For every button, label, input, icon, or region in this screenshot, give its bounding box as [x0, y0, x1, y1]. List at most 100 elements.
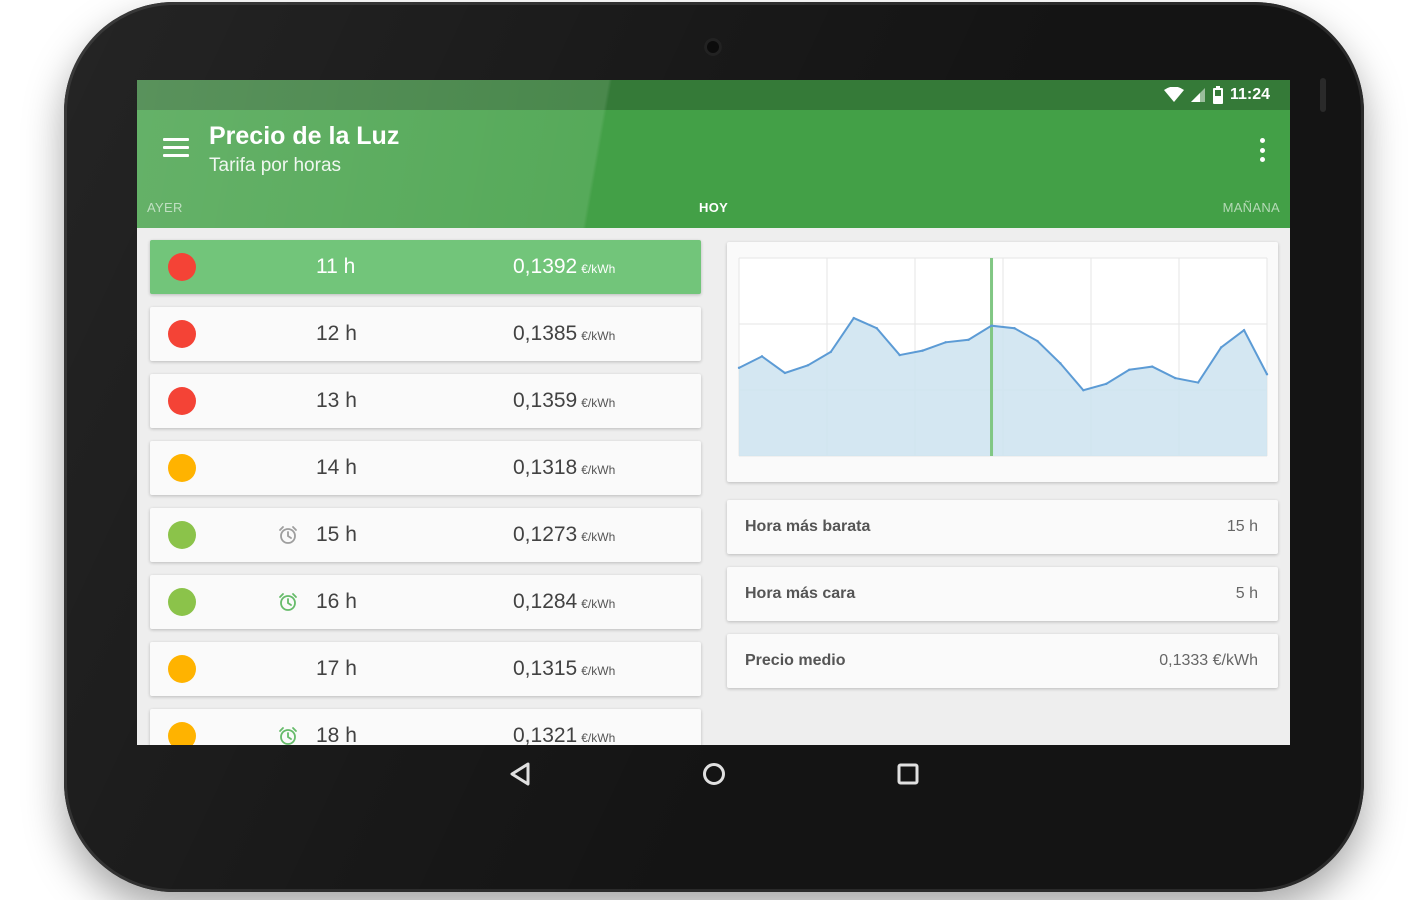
app-bar: Precio de la Luz Tarifa por horas AYER H…: [137, 110, 1290, 228]
stat-label: Hora más barata: [745, 518, 871, 535]
data-point: [760, 355, 764, 358]
hour-label: 15 h: [316, 523, 357, 546]
data-point: [921, 349, 924, 352]
price-value: 0,1359 €/kWh: [513, 389, 615, 413]
data-point: [737, 366, 741, 370]
data-point: [875, 327, 878, 330]
price-level-indicator: [168, 387, 196, 415]
camera-icon: [704, 38, 722, 56]
screen: 11:24 Precio de la Luz Tarifa por horas …: [137, 80, 1290, 745]
data-point: [1082, 389, 1085, 392]
hour-row[interactable]: 16 h 0,1284 €/kWh: [150, 575, 701, 629]
hour-row[interactable]: 14 h 0,1318 €/kWh: [150, 441, 701, 495]
price-value: 0,1318 €/kWh: [513, 456, 615, 480]
data-point: [829, 350, 833, 354]
alarm-icon[interactable]: [278, 726, 298, 745]
app-title: Precio de la Luz: [209, 122, 400, 150]
data-point: [1013, 327, 1016, 330]
price-unit: €/kWh: [581, 329, 616, 343]
price-number: 0,1273: [513, 523, 578, 546]
price-chart: [737, 257, 1269, 457]
price-number: 0,1315: [513, 657, 578, 680]
navigation-bar: [137, 745, 1290, 803]
price-level-indicator: [168, 722, 196, 745]
data-point: [1173, 376, 1177, 380]
battery-icon: [1212, 86, 1223, 104]
side-button: [1320, 78, 1326, 112]
price-number: 0,1359: [513, 389, 578, 412]
price-value: 0,1321 €/kWh: [513, 724, 615, 745]
price-level-indicator: [168, 655, 196, 683]
tab-ayer[interactable]: AYER: [147, 200, 183, 215]
wifi-icon: [1163, 87, 1184, 102]
alarm-icon[interactable]: [278, 592, 298, 612]
price-unit: €/kWh: [581, 262, 616, 276]
data-point: [1151, 365, 1154, 368]
data-point: [783, 371, 787, 375]
hour-row[interactable]: 11 h 0,1392 €/kWh: [150, 240, 701, 294]
data-point: [1105, 382, 1108, 386]
stat-value: 0,1333 €/kWh: [1159, 652, 1258, 669]
price-unit: €/kWh: [581, 664, 616, 678]
price-number: 0,1284: [513, 590, 578, 613]
data-point: [852, 316, 855, 320]
price-chart-card: [727, 242, 1278, 482]
data-point: [1196, 381, 1200, 384]
tab-hoy[interactable]: HOY: [699, 200, 728, 215]
price-unit: €/kWh: [581, 396, 616, 410]
stat-card-cheapest: Hora más barata 15 h: [727, 500, 1278, 554]
price-level-indicator: [168, 588, 196, 616]
price-value: 0,1385 €/kWh: [513, 322, 615, 346]
stat-label: Hora más cara: [745, 585, 856, 602]
app-subtitle: Tarifa por horas: [209, 155, 342, 176]
hour-row[interactable]: 12 h 0,1385 €/kWh: [150, 307, 701, 361]
signal-icon: [1190, 88, 1205, 102]
hour-label: 18 h: [316, 724, 357, 745]
price-unit: €/kWh: [581, 463, 616, 477]
price-unit: €/kWh: [581, 530, 616, 544]
hour-label: 16 h: [316, 590, 357, 613]
stat-value: 5 h: [1235, 585, 1258, 602]
data-point: [898, 353, 901, 357]
menu-icon[interactable]: [163, 138, 189, 160]
price-number: 0,1318: [513, 456, 578, 479]
hour-label: 11 h: [316, 255, 356, 278]
stat-card-average: Precio medio 0,1333 €/kWh: [727, 634, 1278, 688]
hour-row[interactable]: 15 h 0,1273 €/kWh: [150, 508, 701, 562]
more-vert-icon[interactable]: [1258, 138, 1266, 162]
data-point: [1265, 373, 1269, 376]
hour-label: 14 h: [316, 456, 357, 479]
status-time: 11:24: [1229, 86, 1270, 103]
tab-manana[interactable]: MAÑANA: [1223, 200, 1280, 215]
price-level-indicator: [168, 454, 196, 482]
back-icon[interactable]: [506, 759, 536, 789]
hour-label: 13 h: [316, 389, 357, 412]
data-point: [1242, 328, 1246, 332]
data-point: [806, 364, 810, 367]
stat-card-most-expensive: Hora más cara 5 h: [727, 567, 1278, 621]
price-unit: €/kWh: [581, 731, 616, 745]
stat-label: Precio medio: [745, 652, 846, 669]
alarm-icon[interactable]: [278, 525, 298, 545]
home-icon[interactable]: [699, 759, 729, 789]
status-icons: 11:24: [1163, 80, 1270, 110]
recents-icon[interactable]: [893, 759, 923, 789]
hour-row[interactable]: 17 h 0,1315 €/kWh: [150, 642, 701, 696]
data-point: [1128, 368, 1131, 371]
stat-value: 15 h: [1226, 518, 1258, 535]
hour-row[interactable]: 13 h 0,1359 €/kWh: [150, 374, 701, 428]
price-level-indicator: [168, 320, 196, 348]
data-point: [944, 341, 947, 344]
price-number: 0,1321: [513, 724, 578, 745]
hour-row[interactable]: 18 h 0,1321 €/kWh: [150, 709, 701, 745]
hour-label: 12 h: [316, 322, 357, 345]
price-level-indicator: [168, 253, 196, 281]
data-point: [1219, 346, 1223, 349]
price-value: 0,1315 €/kWh: [513, 657, 615, 681]
data-point: [990, 324, 993, 327]
price-number: 0,1392: [513, 255, 578, 278]
price-value: 0,1392 €/kWh: [513, 255, 615, 279]
hour-label: 17 h: [316, 657, 357, 680]
data-point: [967, 338, 970, 341]
price-value: 0,1273 €/kWh: [513, 523, 615, 547]
